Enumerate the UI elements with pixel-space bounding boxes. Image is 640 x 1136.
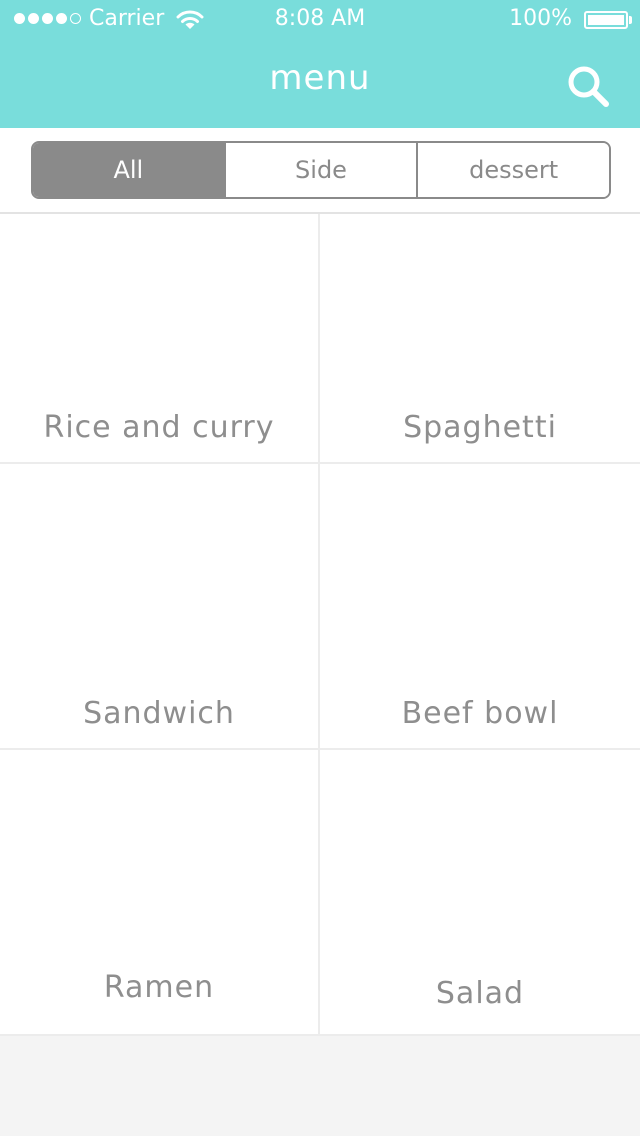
menu-item-label: Rice and curry xyxy=(43,410,275,445)
battery-icon xyxy=(584,11,628,29)
segment-all[interactable]: All xyxy=(33,143,224,197)
status-bar: Carrier 8:08 AM 100% xyxy=(0,0,640,40)
menu-item-sandwich[interactable]: Sandwich xyxy=(0,464,320,748)
menu-row: Sandwich Beef bowl xyxy=(0,464,640,750)
battery-percentage: 100% xyxy=(509,6,572,31)
app-header: Carrier 8:08 AM 100% menu xyxy=(0,0,640,128)
battery-tip xyxy=(629,16,632,24)
menu-item-ramen[interactable]: Ramen xyxy=(0,750,320,1034)
page-title: menu xyxy=(269,58,371,98)
menu-item-label: Beef bowl xyxy=(401,696,559,731)
menu-item-label: Salad xyxy=(435,976,525,1011)
menu-item-beef-bowl[interactable]: Beef bowl xyxy=(320,464,640,748)
menu-item-label: Sandwich xyxy=(83,696,235,731)
search-icon xyxy=(568,66,609,107)
empty-footer-area xyxy=(0,1036,640,1136)
segment-dessert[interactable]: dessert xyxy=(416,143,609,197)
battery-level xyxy=(588,15,624,25)
menu-grid: Rice and curry Spaghetti Sandwich Beef b… xyxy=(0,214,640,1036)
segment-side[interactable]: Side xyxy=(223,143,417,197)
menu-item-label: Ramen xyxy=(103,970,215,1005)
search-button[interactable] xyxy=(562,60,618,116)
menu-item-spaghetti[interactable]: Spaghetti xyxy=(320,214,640,462)
category-segmented-control: All Side dessert xyxy=(31,141,611,199)
filter-bar: All Side dessert xyxy=(0,128,640,214)
menu-item-rice-and-curry[interactable]: Rice and curry xyxy=(0,214,320,462)
menu-row: Rice and curry Spaghetti xyxy=(0,214,640,464)
menu-item-salad[interactable]: Salad xyxy=(320,750,640,1034)
menu-item-label: Spaghetti xyxy=(403,410,557,445)
menu-row: Ramen Salad xyxy=(0,750,640,1036)
